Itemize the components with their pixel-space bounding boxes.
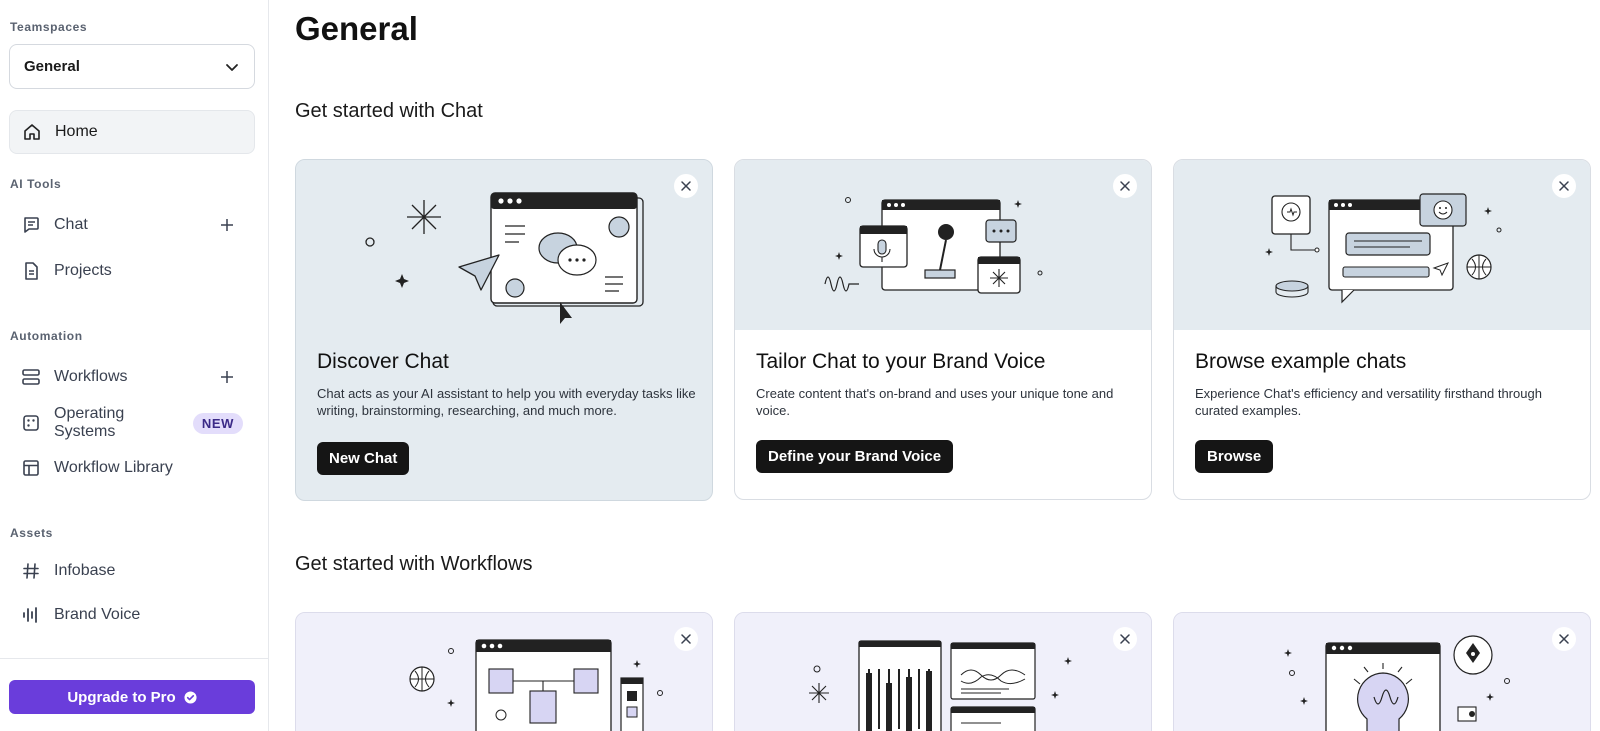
plus-icon[interactable] xyxy=(219,369,235,385)
card-title: Discover Chat xyxy=(317,350,449,373)
teamspace-selected-value: General xyxy=(24,58,80,75)
browse-button[interactable]: Browse xyxy=(1195,440,1274,473)
close-icon xyxy=(1120,634,1130,644)
automation-label: Automation xyxy=(10,329,83,343)
ai-tools-label: AI Tools xyxy=(10,177,62,191)
workflow-diagram-illustration xyxy=(409,639,663,731)
dice-grid-icon xyxy=(23,415,39,431)
card-description: Create content that's on-brand and uses … xyxy=(756,386,1114,418)
workflow-icon xyxy=(22,369,40,385)
sidebar-item-label: Workflows xyxy=(54,368,128,385)
sidebar-item-label: Operating Systems xyxy=(54,405,125,440)
assets-label: Assets xyxy=(10,526,53,540)
workflow-card xyxy=(734,612,1152,731)
close-icon xyxy=(1559,634,1569,644)
home-icon xyxy=(24,124,40,140)
sidebar-item-brand-voice[interactable]: Brand Voice xyxy=(9,593,255,637)
close-workflow-card-button[interactable] xyxy=(1552,627,1576,651)
close-icon xyxy=(1120,181,1130,191)
teamspaces-label: Teamspaces xyxy=(10,20,88,34)
card-description: Chat acts as your AI assistant to help y… xyxy=(317,386,696,418)
sidebar-item-chat[interactable]: Chat xyxy=(9,203,255,247)
discover-chat-card: Discover Chat Chat acts as your AI assis… xyxy=(295,159,713,501)
workflow-card xyxy=(295,612,713,731)
sidebar-item-label: Brand Voice xyxy=(54,606,141,623)
sidebar-item-label: Home xyxy=(55,123,98,140)
chevron-down-icon xyxy=(226,63,238,71)
sidebar-item-home[interactable]: Home xyxy=(9,110,255,154)
sidebar: Teamspaces General Home AI Tools Chat Pr… xyxy=(0,0,269,731)
chat-window-illustration xyxy=(365,192,644,324)
workflows-section-title: Get started with Workflows xyxy=(295,553,533,575)
sidebar-item-label: Projects xyxy=(54,262,112,279)
sidebar-item-operating-systems[interactable]: Operating Systems NEW xyxy=(9,401,255,445)
close-browse-examples-button[interactable] xyxy=(1552,174,1576,198)
define-brand-voice-button[interactable]: Define your Brand Voice xyxy=(756,440,954,473)
plus-icon[interactable] xyxy=(219,217,235,233)
close-icon xyxy=(681,181,691,191)
page-title: General xyxy=(295,10,418,47)
chat-examples-illustration xyxy=(1265,193,1502,304)
workflow-illustration xyxy=(296,613,712,731)
close-icon xyxy=(681,634,691,644)
analytics-illustration xyxy=(809,640,1072,731)
sidebar-item-infobase[interactable]: Infobase xyxy=(9,549,255,593)
soundbars-icon xyxy=(23,607,37,623)
chat-section-title: Get started with Chat xyxy=(295,100,483,122)
browse-examples-card: Browse example chats Experience Chat's e… xyxy=(1173,159,1591,500)
card-title: Browse example chats xyxy=(1195,350,1407,373)
workflow-illustration xyxy=(1174,613,1590,731)
new-badge: NEW xyxy=(192,412,243,434)
brand-voice-card: Tailor Chat to your Brand Voice Create c… xyxy=(734,159,1152,500)
chat-bubble-icon xyxy=(24,217,39,233)
sidebar-item-label: Infobase xyxy=(54,562,116,579)
sidebar-item-projects[interactable]: Projects xyxy=(9,249,255,293)
verified-check-icon xyxy=(184,690,197,704)
teamspace-select[interactable]: General xyxy=(9,44,255,89)
sidebar-item-label: Workflow Library xyxy=(54,459,173,476)
upgrade-label: Upgrade to Pro xyxy=(67,688,176,706)
workflow-illustration xyxy=(735,613,1151,731)
close-brand-voice-button[interactable] xyxy=(1113,174,1137,198)
sidebar-divider xyxy=(0,658,268,659)
card-title: Tailor Chat to your Brand Voice xyxy=(756,350,1046,373)
close-discover-chat-button[interactable] xyxy=(674,174,698,198)
podcast-illustration xyxy=(824,197,1043,294)
brand-voice-illustration xyxy=(735,160,1151,330)
document-icon xyxy=(25,262,38,280)
card-description: Experience Chat's efficiency and versati… xyxy=(1195,386,1542,418)
discover-chat-illustration xyxy=(296,160,712,330)
upgrade-to-pro-button[interactable]: Upgrade to Pro xyxy=(9,680,255,714)
browse-examples-illustration xyxy=(1174,160,1590,330)
lightbulb-illustration xyxy=(1284,635,1510,731)
new-chat-button[interactable]: New Chat xyxy=(317,442,410,475)
workflow-card xyxy=(1173,612,1591,731)
close-workflow-card-button[interactable] xyxy=(674,627,698,651)
sidebar-item-workflows[interactable]: Workflows xyxy=(9,355,255,399)
hash-icon xyxy=(23,563,39,579)
close-workflow-card-button[interactable] xyxy=(1113,627,1137,651)
layout-icon xyxy=(23,460,39,476)
main-content: General Get started with Chat Discover C… xyxy=(269,0,1600,731)
sidebar-item-workflow-library[interactable]: Workflow Library xyxy=(9,446,255,490)
sidebar-item-label: Chat xyxy=(54,216,88,233)
close-icon xyxy=(1559,181,1569,191)
